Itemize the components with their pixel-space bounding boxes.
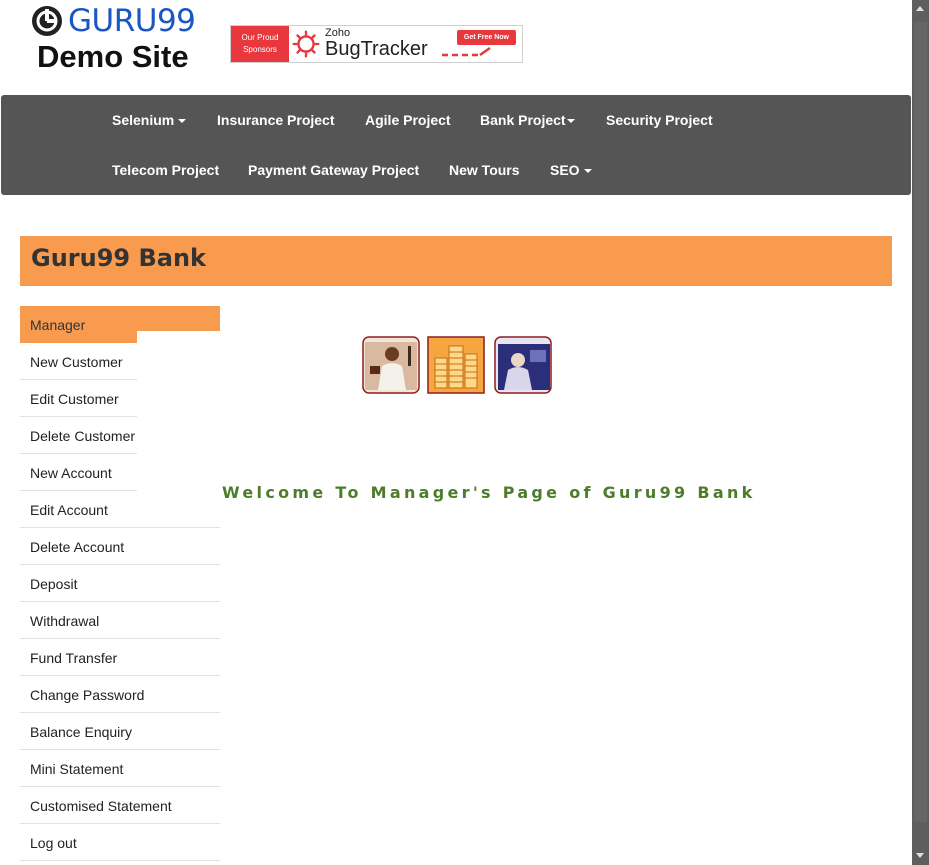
logo-brand-text: GURU99: [68, 3, 196, 39]
sidebar-item-label: New Customer: [30, 354, 123, 370]
logo-subtitle: Demo Site: [37, 39, 189, 74]
sidebar-item-change-password[interactable]: Change Password: [20, 676, 220, 713]
sidebar-item-label: Customised Statement: [30, 798, 172, 814]
sponsor-banner[interactable]: Our Proud Sponsors Zoho BugTracker Get F…: [230, 25, 523, 63]
nav-item-label: New Tours: [449, 162, 520, 178]
sidebar-item-delete-customer[interactable]: Delete Customer: [20, 417, 137, 454]
nav-item-bank-project[interactable]: Bank Project: [480, 111, 575, 129]
sidebar-item-delete-account[interactable]: Delete Account: [20, 528, 220, 565]
nav-item-telecom-project[interactable]: Telecom Project: [112, 161, 219, 179]
nav-item-insurance-project[interactable]: Insurance Project: [217, 111, 335, 129]
sponsor-label-line2: Sponsors: [243, 45, 277, 54]
caret-down-icon: [566, 119, 575, 124]
sidebar-item-label: Mini Statement: [30, 761, 124, 777]
page-title: Guru99 Bank: [31, 244, 206, 272]
caret-down-icon: [583, 169, 592, 174]
sidebar-item-new-customer[interactable]: New Customer: [20, 343, 137, 380]
scroll-down-arrow-icon[interactable]: [916, 853, 924, 858]
sidebar-item-deposit[interactable]: Deposit: [20, 565, 220, 602]
nav-item-label: Payment Gateway Project: [248, 162, 420, 178]
sidebar-item-label: Change Password: [30, 687, 145, 703]
sponsor-brand-large: BugTracker: [325, 38, 428, 60]
nav-item-label: Security Project: [606, 112, 713, 128]
nav-item-selenium[interactable]: Selenium: [112, 111, 187, 129]
sidebar-item-label: New Account: [30, 465, 112, 481]
banker-photo: [362, 336, 420, 394]
main-navigation: Selenium Insurance Project Agile Project…: [1, 95, 911, 195]
welcome-message: Welcome To Manager's Page of Guru99 Bank: [222, 483, 756, 502]
sponsor-cta-button[interactable]: Get Free Now: [456, 30, 516, 45]
sponsor-label: Our Proud Sponsors: [231, 26, 289, 62]
sidebar-item-balance-enquiry[interactable]: Balance Enquiry: [20, 713, 220, 750]
arrow-icon: [442, 46, 491, 57]
guru99-logo-icon: [32, 6, 62, 36]
nav-item-label: Insurance Project: [217, 112, 335, 128]
sidebar-item-label: Edit Account: [30, 502, 108, 518]
site-logo[interactable]: GURU99 Demo Site: [30, 4, 210, 74]
sidebar-item-label: Manager: [30, 317, 86, 333]
sponsor-label-line1: Our Proud: [241, 33, 279, 42]
sidebar-item-label: Edit Customer: [30, 391, 119, 407]
bank-header-bar: Guru99 Bank: [20, 236, 892, 286]
sidebar-item-label: Fund Transfer: [30, 650, 118, 666]
sidebar-item-edit-customer[interactable]: Edit Customer: [20, 380, 137, 417]
sidebar-item-label: Balance Enquiry: [30, 724, 132, 740]
coins-photo: [427, 336, 485, 394]
nav-item-label: Agile Project: [365, 112, 451, 128]
sidebar-item-label: Withdrawal: [30, 613, 100, 629]
nav-item-new-tours[interactable]: New Tours: [449, 161, 520, 179]
nav-item-label: Telecom Project: [112, 162, 220, 178]
scroll-up-arrow-icon[interactable]: [916, 6, 924, 11]
sidebar-item-log-out[interactable]: Log out: [20, 824, 220, 861]
nav-item-payment-gateway-project[interactable]: Payment Gateway Project: [248, 161, 419, 179]
bug-gear-icon: [292, 30, 320, 58]
sidebar-item-edit-account[interactable]: Edit Account: [20, 491, 220, 528]
sidebar-item-label: Log out: [30, 835, 77, 851]
customer-photo: [494, 336, 552, 394]
sidebar-item-label: Delete Customer: [30, 428, 136, 444]
sidebar-item-customised-statement[interactable]: Customised Statement: [20, 787, 220, 824]
sidebar-item-label: Deposit: [30, 576, 78, 592]
sidebar-item-fund-transfer[interactable]: Fund Transfer: [20, 639, 220, 676]
nav-item-label: Selenium: [112, 112, 175, 128]
sponsor-brand: Zoho BugTracker: [325, 26, 428, 62]
scrollbar-thumb[interactable]: [914, 22, 927, 822]
sidebar-item-withdrawal[interactable]: Withdrawal: [20, 602, 220, 639]
nav-item-agile-project[interactable]: Agile Project: [365, 111, 451, 129]
nav-item-label: SEO: [550, 162, 580, 178]
sidebar-item-mini-statement[interactable]: Mini Statement: [20, 750, 220, 787]
nav-item-security-project[interactable]: Security Project: [606, 111, 713, 129]
nav-item-seo[interactable]: SEO: [550, 161, 592, 179]
caret-down-icon: [178, 119, 187, 124]
sidebar-item-new-account[interactable]: New Account: [20, 454, 137, 491]
sidebar-item-label: Delete Account: [30, 539, 125, 555]
nav-item-label: Bank Project: [480, 112, 566, 128]
